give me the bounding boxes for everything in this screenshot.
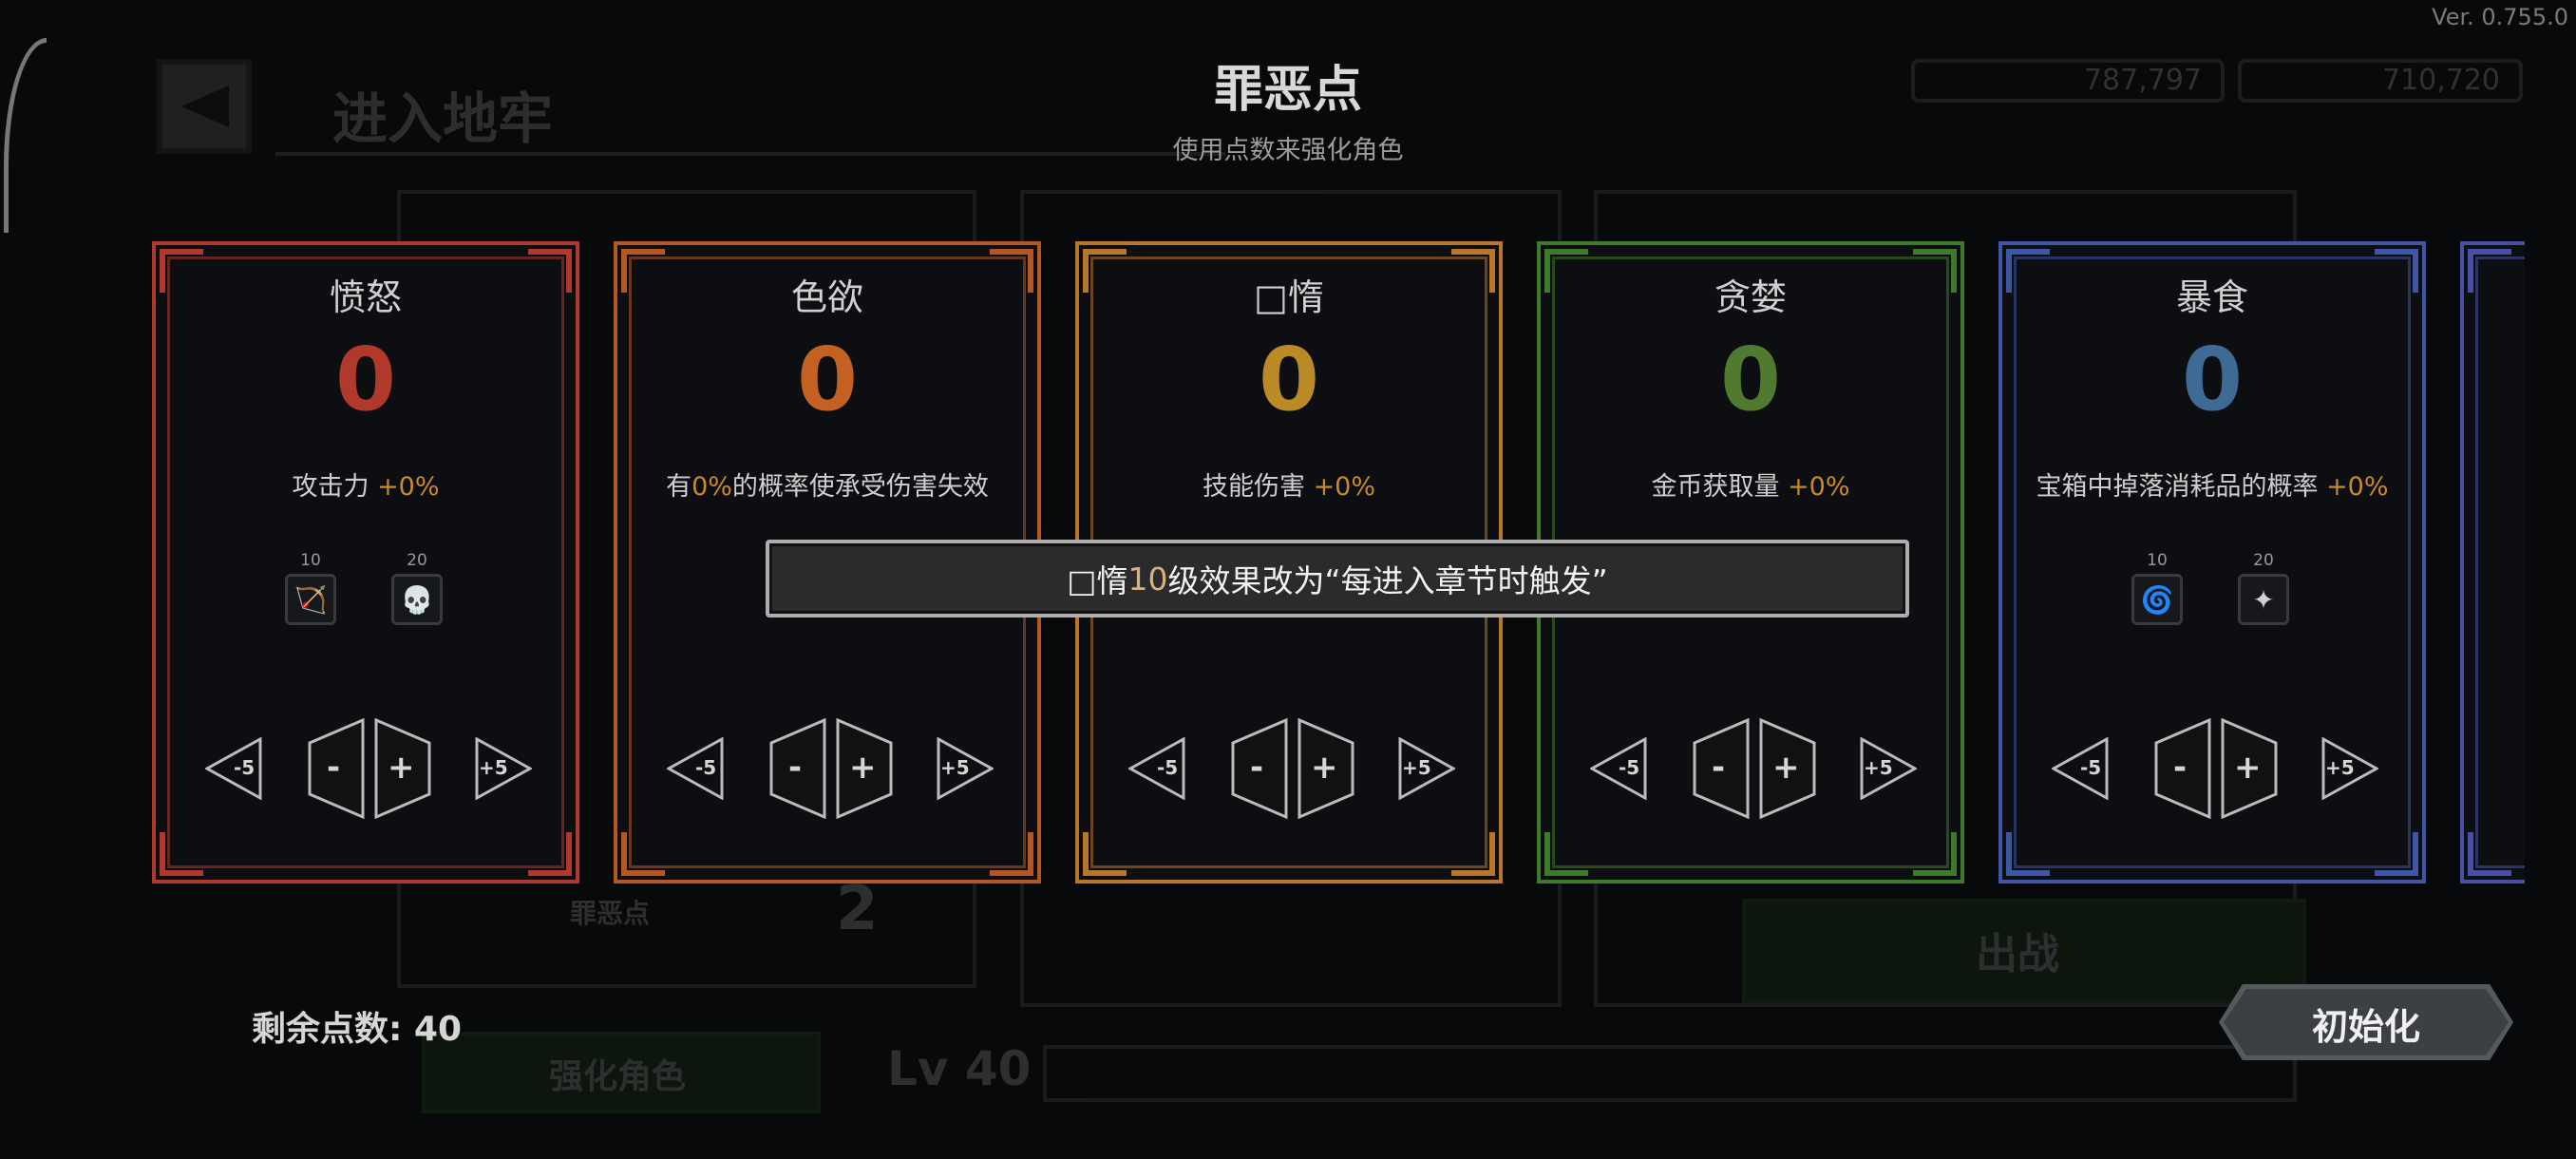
minus-label: - (1250, 749, 1264, 787)
card-effect: 金币获取量 +0% (1541, 466, 1960, 503)
reset-button[interactable]: 初始化 (2219, 984, 2513, 1060)
card-inner-frame (2475, 256, 2525, 868)
plus-5-label: +5 (940, 756, 970, 779)
card-value: 0 (2181, 329, 2243, 430)
sin-card-0: 愤怒 0 攻击力 +0% 10 20 🏹 💀 -5 - + +5 (152, 241, 579, 884)
bg-xp-bar (1043, 1045, 2297, 1102)
effect-percent: +0% (1788, 472, 1850, 502)
skill-slot-2-icon[interactable]: 💀 (391, 574, 443, 625)
card-corner-ornament (160, 832, 203, 876)
minus-label: - (1712, 749, 1726, 787)
minus-label: - (2173, 749, 2188, 787)
effect-percent: +0% (1313, 472, 1376, 502)
reset-button-label: 初始化 (2311, 1006, 2420, 1048)
effect-text: 宝箱中掉落消耗品的概率 (2036, 472, 2327, 502)
skill-slot-1-icon[interactable]: 🏹 (285, 574, 336, 625)
card-value: 0 (796, 329, 858, 430)
remaining-points: 剩余点数: 40 (252, 1010, 463, 1049)
card-corner-ornament (2006, 832, 2050, 876)
effect-text: 有 (666, 472, 692, 502)
version-label: Ver. 0.755.0 (2432, 4, 2568, 30)
minus-5-label: -5 (2080, 756, 2102, 779)
plus-label: + (1311, 749, 1338, 787)
plus-label: + (2234, 749, 2262, 787)
minus-5-label: -5 (695, 756, 717, 779)
skill-level-1: 10 (300, 551, 321, 570)
card-value: 0 (334, 329, 396, 430)
plus-5-label: +5 (2325, 756, 2355, 779)
card-effect: 技能伤害 +0% (1079, 466, 1499, 503)
minus-5-label: -5 (234, 756, 256, 779)
card-corner-ornament (2468, 832, 2511, 876)
effect-percent: +0% (2326, 472, 2389, 502)
bg-panel-label: 罪恶点 (570, 898, 651, 929)
bg-level-label: Lv 40 (887, 1041, 1032, 1096)
sin-card-4: 暴食 0 宝箱中掉落消耗品的概率 +0% 10 20 🌀 ✦ -5 - + +5 (1998, 241, 2426, 884)
card-corner-ornament (528, 832, 572, 876)
plus-label: + (1772, 749, 1800, 787)
effect-text: 技能伤害 (1202, 472, 1314, 502)
skill-slot-1-icon[interactable]: 🌀 (2131, 574, 2183, 625)
card-name: 暴食 (2175, 276, 2248, 318)
effect-text-suffix: 的概率使承受伤害失效 (731, 472, 989, 502)
card-name: □惰 (1254, 276, 1324, 318)
skill-level-2: 20 (2253, 551, 2274, 570)
card-corner-ornament (990, 832, 1033, 876)
card-name: 愤怒 (329, 276, 402, 318)
card-corner-ornament (621, 832, 665, 876)
card-corner-ornament (2375, 832, 2418, 876)
toast-level: 10 (1127, 560, 1168, 598)
card-value: 0 (1258, 329, 1319, 430)
card-corner-ornament (2468, 249, 2511, 293)
card-effect: 攻击力 +0% (156, 466, 576, 503)
page-subtitle: 使用点数来强化角色 (1172, 136, 1404, 165)
card-effect: 宝箱中掉落消耗品的概率 +0% (2002, 466, 2422, 503)
card-effect: 有0%的概率使承受伤害失效 (617, 466, 1037, 503)
sin-card-5 (2460, 241, 2525, 884)
notification-toast: □惰 10 级效果改为“每进入章节时触发” (766, 540, 1909, 618)
skill-slot-2-icon[interactable]: ✦ (2238, 574, 2289, 625)
toast-message: 级效果改为“每进入章节时触发” (1167, 562, 1608, 599)
toast-prefix: □惰 (1067, 562, 1128, 599)
bg-upgrade-label: 强化角色 (549, 1057, 687, 1096)
plus-5-label: +5 (1402, 756, 1431, 779)
skill-level-1: 10 (2147, 551, 2168, 570)
card-name: 贪婪 (1714, 276, 1787, 318)
effect-percent: 0% (691, 472, 732, 502)
card-value: 0 (1719, 329, 1781, 430)
card-corner-ornament (1913, 832, 1957, 876)
plus-5-label: +5 (479, 756, 508, 779)
effect-text: 攻击力 (292, 472, 378, 502)
bg-start-label: 出战 (1976, 930, 2059, 978)
card-corner-ornament (1083, 832, 1127, 876)
plus-label: + (849, 749, 877, 787)
minus-5-label: -5 (1157, 756, 1179, 779)
minus-label: - (327, 749, 341, 787)
plus-5-label: +5 (1864, 756, 1893, 779)
minus-label: - (788, 749, 803, 787)
card-name: 色欲 (790, 276, 863, 318)
card-corner-ornament (1451, 832, 1495, 876)
effect-percent: +0% (377, 472, 440, 502)
page-title: 罪恶点 (1213, 62, 1362, 119)
skill-level-2: 20 (407, 551, 427, 570)
effect-text: 金币获取量 (1651, 472, 1789, 502)
bg-panel-value: 2 (836, 874, 879, 944)
minus-5-label: -5 (1619, 756, 1640, 779)
plus-label: + (388, 749, 415, 787)
card-corner-ornament (1544, 832, 1588, 876)
